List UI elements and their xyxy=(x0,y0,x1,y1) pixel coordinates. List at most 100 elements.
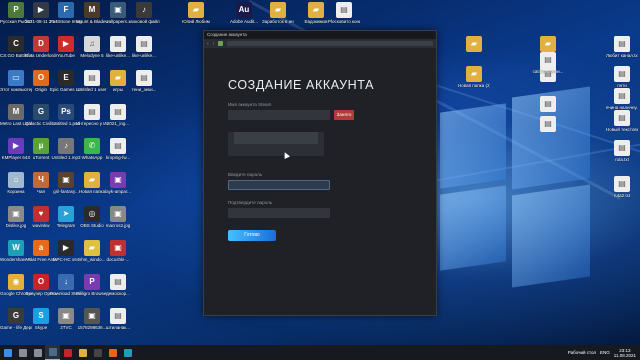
desktop-icon-image: ▣ xyxy=(58,172,74,188)
desktop-icon-image: ▤ xyxy=(110,138,126,154)
desktop-icon-label: ruta2.txt xyxy=(613,193,631,198)
desktop-icon[interactable]: ▤ демоскор... xyxy=(102,274,134,296)
desktop-icon-label: Новая папка (2) xyxy=(458,83,490,88)
desktop-icon-image: ♫ xyxy=(84,36,100,52)
desktop-icon-image: D xyxy=(33,36,49,52)
tray-desktop-label[interactable]: Рабочий стол xyxy=(568,350,596,355)
desktop-icon-label: звоковой файл xyxy=(128,19,160,24)
desktop-icon-image: ▰ xyxy=(308,2,324,18)
address-field xyxy=(227,41,433,46)
taskbar-obs-button[interactable] xyxy=(90,345,105,360)
desktop-icon-image: O xyxy=(33,274,49,290)
desktop-icon-label: like-unlike... xyxy=(132,53,156,58)
desktop-icon-image: ▤ xyxy=(614,140,630,156)
password-input[interactable] xyxy=(228,180,330,190)
desktop-icon[interactable]: ▤ xyxy=(532,96,564,113)
desktop-icon-image: µ xyxy=(33,138,49,154)
desktop-icon-image: ▣ xyxy=(110,206,126,222)
desktop-icon[interactable]: ▤ xyxy=(532,116,564,133)
desktop-icon-image: ▶ xyxy=(58,240,74,256)
desktop-icon-image: W xyxy=(8,240,24,256)
desktop-icon-label: 2021_ing... xyxy=(106,121,130,126)
desktop-icon-image: ▰ xyxy=(466,66,482,82)
desktop-icon[interactable]: ▤ ruta2.txt xyxy=(606,176,638,198)
desktop-icon[interactable]: ▤ тени_зеки... xyxy=(128,70,160,92)
desktop-icon[interactable]: ▰Заработок в интернете xyxy=(262,2,294,24)
desktop-icon[interactable]: ▣ docushki-... xyxy=(102,240,134,262)
desktop-icon[interactable]: ▤ catifon кажни... xyxy=(532,52,564,74)
desktop-icon-image: ▣ xyxy=(58,308,74,324)
desktop-icon[interactable]: Au Adobe Audit... xyxy=(228,2,260,24)
desktop-icon[interactable]: ▤ ruta.txt xyxy=(606,140,638,162)
explorer-icon xyxy=(78,348,87,357)
desktop-icon-image: ⌂ xyxy=(8,172,24,188)
desktop-icon-image: ▰ xyxy=(270,2,286,18)
submit-button[interactable]: Готово xyxy=(228,230,276,241)
desktop-icon-image: ♪ xyxy=(136,2,152,18)
desktop-icon-image: ▤ xyxy=(110,104,126,120)
taskbar-task-view-button[interactable] xyxy=(30,345,45,360)
opera-icon xyxy=(63,348,72,357)
taskbar-start-button[interactable] xyxy=(0,345,15,360)
desktop-icon[interactable]: ▣ macros2.jpg xyxy=(102,206,134,228)
confirm-password-label: Подтвердите пароль xyxy=(228,200,273,205)
taskbar-search-button[interactable] xyxy=(15,345,30,360)
language-indicator[interactable]: ENG xyxy=(600,350,610,355)
task-view-icon xyxy=(33,348,42,357)
taskbar-explorer-button[interactable] xyxy=(75,345,90,360)
taskbar-opera-button[interactable] xyxy=(60,345,75,360)
desktop-icon-image: ↓ xyxy=(58,274,74,290)
desktop-icon-image: Ч xyxy=(33,172,49,188)
desktop-icon[interactable]: ▰ Юлий Любим xyxy=(180,2,212,24)
desktop-icon-label: Новый текстовый... xyxy=(606,127,638,132)
back-arrow-icon[interactable]: ‹ xyxy=(207,41,209,47)
desktop-icon[interactable]: ▣ layk-ampar... xyxy=(102,172,134,194)
taskbar-filmora-button[interactable] xyxy=(120,345,135,360)
desktop-icon[interactable]: ▤Новый текстовый... xyxy=(606,110,638,132)
desktop-icon[interactable]: ▤ 2021_ing... xyxy=(102,104,134,126)
taskbar-steam-button[interactable] xyxy=(45,345,60,360)
desktop-icon-image: ▰ xyxy=(466,36,482,52)
desktop-icon-image: ◎ xyxy=(84,206,100,222)
steam-create-account-window[interactable]: Создание аккаунта ‹ › СОЗДАНИЕ АККАУНТА … xyxy=(203,30,437,316)
desktop-icon-image: ➤ xyxy=(58,206,74,222)
desktop-icon-label: macros2.jpg xyxy=(105,223,131,228)
desktop-icon[interactable]: ▤Ploсковито концепт xyxy=(328,2,360,24)
desktop-icon-image: ▤ xyxy=(136,36,152,52)
desktop-icon[interactable]: ▤ пнти xyxy=(606,66,638,88)
desktop-icon[interactable]: ▤ штиланак... xyxy=(102,308,134,330)
desktop-icon-image: ▤ xyxy=(136,70,152,86)
captcha-box[interactable] xyxy=(228,132,324,156)
desktop-icon-image: ▤ xyxy=(614,36,630,52)
forward-arrow-icon[interactable]: › xyxy=(213,41,215,47)
desktop-icon-image: ▣ xyxy=(110,172,126,188)
desktop-icon-image: ▣ xyxy=(84,308,100,324)
desktop-icon-label: Adobe Audit... xyxy=(229,19,259,24)
confirm-password-input[interactable] xyxy=(228,208,330,218)
check-availability-button[interactable]: Занято xyxy=(334,110,354,120)
clock[interactable]: 23:13 11.08.2021 xyxy=(614,348,636,358)
desktop-icon-label: ruta.txt xyxy=(615,157,629,162)
desktop-icon-image: ▶ xyxy=(33,2,49,18)
desktop-icon-label: Юлий Любим xyxy=(182,19,210,24)
steam-account-input[interactable] xyxy=(228,110,330,120)
taskbar-items xyxy=(0,345,135,360)
desktop-icon[interactable]: ▰ xyxy=(458,36,490,53)
desktop-icon[interactable]: ▤ ячина наличну... xyxy=(606,88,638,110)
desktop-icon-image: ▭ xyxy=(8,70,24,86)
system-tray: Рабочий стол ENG 23:13 11.08.2021 xyxy=(568,348,640,358)
desktop-icon[interactable]: ▰ xyxy=(532,36,564,53)
desktop-icon[interactable]: ♪ звоковой файл xyxy=(128,2,160,24)
taskbar-media-button[interactable] xyxy=(105,345,120,360)
desktop-icon-image: ▰ xyxy=(84,240,100,256)
desktop-icon[interactable]: ▤ like-unlike... xyxy=(128,36,160,58)
desktop-icon[interactable]: ▰ Новая папка (2) xyxy=(458,66,490,88)
desktop-icon-label: Любит канал.txt xyxy=(606,53,638,58)
desktop-icon-image: ♥ xyxy=(33,206,49,222)
desktop-icon-image: ▤ xyxy=(614,176,630,192)
desktop-icon[interactable]: ▤ Любит канал.txt xyxy=(606,36,638,58)
desktop-icon-label: штиланак... xyxy=(105,325,131,330)
desktop-icon-image: ▤ xyxy=(110,308,126,324)
clock-date: 11.08.2021 xyxy=(613,352,636,358)
desktop-icon[interactable]: ▤ kroping-fw... xyxy=(102,138,134,160)
